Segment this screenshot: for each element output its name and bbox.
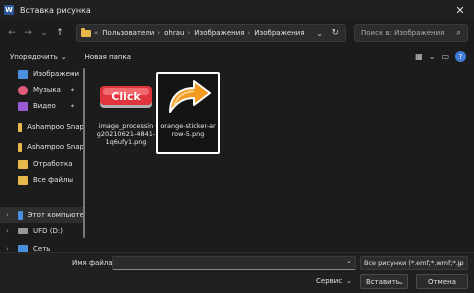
view-controls: ▦ ⌄ ▭ ? bbox=[415, 51, 466, 62]
chevron-down-icon[interactable]: ⌄ bbox=[398, 278, 404, 286]
folder-icon bbox=[18, 142, 23, 152]
orange-arrow-thumbnail bbox=[169, 80, 211, 113]
new-folder-button[interactable]: Новая папка bbox=[85, 53, 131, 61]
sidebar-item-label: Этот компьюте bbox=[27, 211, 84, 219]
chevron-down-icon[interactable]: ⌄ bbox=[429, 52, 436, 61]
chevron-right-icon[interactable]: › bbox=[6, 211, 9, 219]
file-name-line: row-5.png bbox=[171, 130, 205, 138]
thumb-text: Click bbox=[111, 90, 141, 103]
close-button[interactable]: ✕ bbox=[446, 0, 474, 20]
chevron-down-icon: ⌄ bbox=[457, 259, 463, 267]
view-mode-icon[interactable]: ▦ bbox=[415, 52, 423, 61]
sidebar-item-label: Музыка bbox=[33, 86, 61, 94]
help-icon[interactable]: ? bbox=[455, 51, 466, 62]
forward-arrow-icon[interactable]: → bbox=[20, 25, 36, 41]
video-icon bbox=[18, 101, 28, 111]
chevron-right-icon: › bbox=[157, 29, 161, 37]
navigation-pane: Изображени ✦ Музыка ✦ Видео ✦ Ashampoo S… bbox=[0, 64, 84, 254]
sidebar-item-this-pc[interactable]: › Этот компьюте bbox=[0, 207, 84, 223]
tools-button[interactable]: Сервис bbox=[316, 277, 342, 285]
chevron-down-icon[interactable]: ⌄ bbox=[346, 277, 352, 285]
breadcrumb-pictures-current[interactable]: Изображения bbox=[254, 29, 304, 37]
window-title: Вставка рисунка bbox=[20, 5, 91, 15]
file-name-input[interactable] bbox=[112, 256, 356, 270]
breadcrumb-user[interactable]: ohrau bbox=[164, 29, 184, 37]
cancel-button[interactable]: Отмена bbox=[416, 274, 468, 289]
chevron-right-icon: › bbox=[247, 29, 251, 37]
pin-icon: ✦ bbox=[70, 70, 76, 78]
sidebar-item-label: Ashampoo Snap bbox=[27, 123, 84, 131]
breadcrumb-users[interactable]: Пользователи bbox=[102, 29, 154, 37]
file-item-orange-sticker[interactable]: orange-sticker-ar row-5.png bbox=[156, 72, 220, 154]
dropdown-history-icon[interactable]: ⌄ bbox=[36, 25, 52, 41]
sidebar-item-otrabotka[interactable]: Отработка bbox=[0, 156, 84, 172]
folder-icon bbox=[18, 175, 28, 185]
pictures-icon bbox=[18, 69, 28, 79]
chevron-down-icon[interactable]: ⌄ bbox=[61, 53, 67, 61]
up-arrow-icon[interactable]: ↑ bbox=[52, 25, 68, 41]
dialog-footer: Имя файла: ⌄ Все рисунки (*.emf;*.wmf;*.… bbox=[0, 252, 474, 293]
file-name-line: 1q6ufy1.png bbox=[105, 138, 147, 146]
folder-icon bbox=[81, 27, 91, 37]
navigation-bar: ← → ⌄ ↑ « Пользователи › ohrau › Изображ… bbox=[0, 22, 474, 44]
file-name-line: g20210621-4841- bbox=[96, 130, 156, 138]
sidebar-item-label: Все файлы bbox=[33, 176, 74, 184]
pin-icon: ✦ bbox=[70, 102, 76, 110]
refresh-icon[interactable]: ↻ bbox=[331, 28, 339, 38]
breadcrumb-pictures[interactable]: Изображения bbox=[194, 29, 244, 37]
sidebar-item-music[interactable]: Музыка ✦ bbox=[0, 82, 84, 98]
file-list: Click image_processin g20210621-4841- 1q… bbox=[94, 66, 474, 252]
insert-button[interactable]: Вставить ⌄ bbox=[360, 274, 408, 289]
pin-icon: ✦ bbox=[70, 86, 76, 94]
sidebar-item-all-files[interactable]: Все файлы bbox=[0, 172, 84, 188]
sidebar-item-label: Отработка bbox=[33, 160, 73, 168]
search-placeholder: Поиск в: Изображения bbox=[361, 29, 445, 37]
preview-pane-icon[interactable]: ▭ bbox=[441, 52, 449, 61]
sidebar-item-video[interactable]: Видео ✦ bbox=[0, 98, 84, 114]
sidebar-item-pictures[interactable]: Изображени ✦ bbox=[0, 66, 84, 82]
file-name-label: Имя файла: bbox=[72, 259, 115, 267]
sidebar-item-ashampoo-1[interactable]: Ashampoo Snap bbox=[0, 119, 84, 135]
sidebar-item-label: UFD (D:) bbox=[33, 227, 63, 235]
chevron-right-icon: › bbox=[187, 29, 191, 37]
file-name-line: orange-sticker-ar bbox=[160, 122, 216, 130]
sidebar-scrollbar[interactable] bbox=[82, 64, 86, 250]
music-icon bbox=[18, 85, 28, 95]
drive-icon bbox=[18, 228, 28, 234]
search-box[interactable]: Поиск в: Изображения ⌕ bbox=[354, 24, 468, 42]
insert-label: Вставить bbox=[366, 277, 400, 286]
sidebar-item-label: Ashampoo Snap bbox=[27, 143, 84, 151]
title-bar: W Вставка рисунка ✕ bbox=[0, 0, 474, 20]
word-app-icon: W bbox=[4, 5, 14, 15]
file-type-select[interactable]: Все рисунки (*.emf;*.wmf;*.jp ⌄ bbox=[360, 256, 468, 270]
sidebar-item-ufd[interactable]: › UFD (D:) bbox=[0, 223, 84, 239]
folder-icon bbox=[18, 159, 28, 169]
back-arrow-icon[interactable]: ← bbox=[4, 25, 20, 41]
click-button-thumbnail: Click bbox=[100, 86, 152, 108]
search-icon: ⌕ bbox=[456, 28, 461, 37]
file-name-line: image_processin bbox=[98, 122, 154, 130]
computer-icon bbox=[18, 210, 23, 220]
sidebar-item-ashampoo-2[interactable]: Ashampoo Snap bbox=[0, 139, 84, 155]
file-type-value: Все рисунки (*.emf;*.wmf;*.jp bbox=[364, 259, 464, 267]
overflow-chevron[interactable]: « bbox=[94, 29, 98, 37]
sidebar-item-label: Видео bbox=[33, 102, 56, 110]
chevron-down-icon[interactable]: ⌄ bbox=[346, 257, 352, 265]
file-item-image-processing[interactable]: Click image_processin g20210621-4841- 1q… bbox=[94, 76, 158, 158]
chevron-down-icon[interactable]: ⌄ bbox=[316, 29, 323, 38]
folder-icon bbox=[18, 122, 23, 132]
organize-button[interactable]: Упорядочить bbox=[10, 53, 58, 61]
address-bar[interactable]: « Пользователи › ohrau › Изображения › И… bbox=[76, 24, 346, 42]
scrollbar-thumb[interactable] bbox=[83, 68, 85, 238]
chevron-right-icon[interactable]: › bbox=[6, 227, 9, 235]
